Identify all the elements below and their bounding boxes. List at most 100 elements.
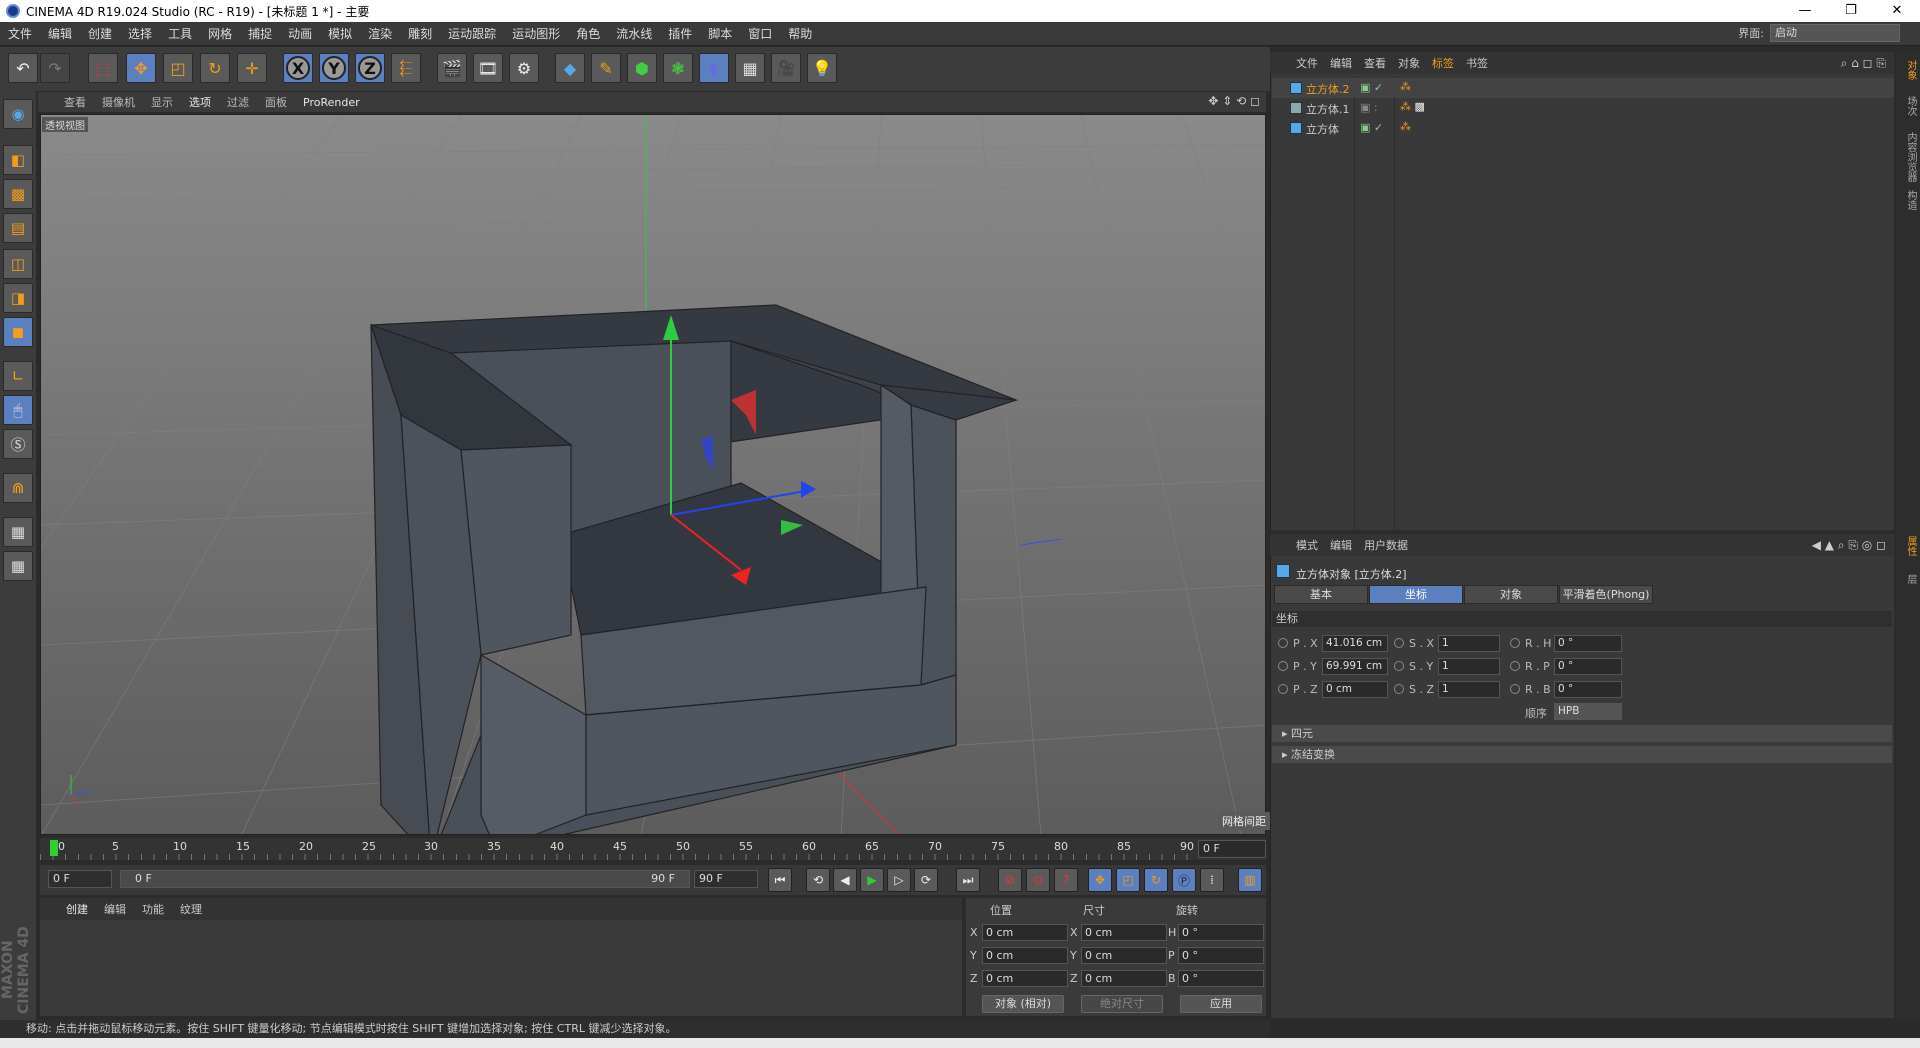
coord-pos-y[interactable]: 0 cm [982,947,1068,964]
vp-menu-display[interactable]: 显示 [143,94,181,110]
scale-tool-icon[interactable]: ◰ [163,53,193,83]
playhead[interactable] [50,840,58,856]
planar-workplane-icon[interactable]: ▦ [3,551,33,581]
param-pos-x[interactable]: 41.016 cm [1322,635,1388,652]
mat-menu-create[interactable]: 创建 [58,901,96,917]
object-row-cube-1[interactable]: 立方体.1 ▣ : ⁂ ▩ [1272,98,1894,118]
menu-help[interactable]: 帮助 [780,25,820,42]
timeline-window-icon[interactable]: ▥ [1238,868,1262,892]
side-tab-layers[interactable]: 层 [1898,570,1918,588]
param-scale-y[interactable]: 1 [1438,658,1500,675]
render-settings-icon[interactable]: ⚙ [509,53,539,83]
key-pla-icon[interactable]: ⁞ [1200,868,1224,892]
coord-size-mode-select[interactable]: 绝对尺寸 [1081,995,1163,1013]
viewport-3d[interactable] [40,114,1266,835]
object-row-cube[interactable]: 立方体 ▣ ✓ ⁂ [1272,118,1894,138]
obj-menu-file[interactable]: 文件 [1290,55,1324,71]
tab-coordinates[interactable]: 坐标 [1369,585,1463,604]
points-mode-icon[interactable]: ◫ [3,249,33,279]
menu-motion-tracking[interactable]: 运动跟踪 [440,25,504,42]
side-tab-takes[interactable]: 场次 [1898,92,1918,120]
object-row-cube-2[interactable]: 立方体.2 ▣ ✓ ⁂ [1272,78,1894,98]
param-radio[interactable] [1278,684,1288,694]
param-pos-y[interactable]: 69.991 cm [1322,658,1388,675]
menu-script[interactable]: 脚本 [700,25,740,42]
recent-tool-icon[interactable]: ✛ [237,53,267,83]
param-radio[interactable] [1510,684,1520,694]
layout-select[interactable]: 启动 [1770,24,1900,42]
menu-character[interactable]: 角色 [568,25,608,42]
edges-mode-icon[interactable]: ◨ [3,283,33,313]
side-tab-attributes[interactable]: 属性 [1898,532,1918,560]
mat-menu-texture[interactable]: 纹理 [172,901,210,917]
mat-menu-edit[interactable]: 编辑 [96,901,134,917]
go-to-start-icon[interactable]: ⏮ [768,868,792,892]
side-tab-objects[interactable]: 对象 [1898,56,1918,84]
param-radio[interactable] [1278,661,1288,671]
fold-quaternion[interactable]: ▸ 四元 [1272,725,1892,742]
param-radio[interactable] [1510,638,1520,648]
apply-button[interactable]: 应用 [1180,995,1262,1013]
vp-menu-panel[interactable]: 面板 [257,94,295,110]
vp-menu-filter[interactable]: 过滤 [219,94,257,110]
param-scale-x[interactable]: 1 [1438,635,1500,652]
param-scale-z[interactable]: 1 [1438,681,1500,698]
subdivision-surface-icon[interactable]: ⬢ [627,53,657,83]
param-rot-h[interactable]: 0 ° [1554,635,1622,652]
menu-tools[interactable]: 工具 [160,25,200,42]
floor-icon[interactable]: ▦ [735,53,765,83]
coord-pos-z[interactable]: 0 cm [982,970,1068,987]
param-radio[interactable] [1278,638,1288,648]
spline-pen-icon[interactable]: ✎ [591,53,621,83]
rotation-order-select[interactable]: HPB [1554,703,1622,720]
object-name[interactable]: 立方体.2 [1306,81,1350,97]
side-tab-content-browser[interactable]: 内容浏览器 [1898,128,1918,186]
obj-menu-view[interactable]: 查看 [1358,55,1392,71]
tag-icon[interactable]: ⁂ ▩ [1400,100,1425,113]
obj-manager-nav-icons[interactable]: ⌕ ⌂ ◻ ⎘ [1841,56,1886,71]
go-to-end-icon[interactable]: ⏭ [956,868,980,892]
param-rot-b[interactable]: 0 ° [1554,681,1622,698]
visibility-check-icon[interactable]: ▣ ✓ [1360,81,1383,94]
coord-size-y[interactable]: 0 cm [1081,947,1167,964]
side-tab-structure[interactable]: 构造 [1898,186,1918,214]
menu-select[interactable]: 选择 [120,25,160,42]
coord-rot-h[interactable]: 0 ° [1178,924,1264,941]
menu-plugins[interactable]: 插件 [660,25,700,42]
key-parameter-icon[interactable]: Ⓟ [1172,868,1196,892]
menu-snap[interactable]: 捕捉 [240,25,280,42]
key-scale-icon[interactable]: ◰ [1116,868,1140,892]
texture-mode-icon[interactable]: ▩ [3,179,33,209]
workplane-lock-icon[interactable]: ▦ [3,517,33,547]
frame-range-slider[interactable]: 0 F 90 F [120,870,690,888]
record-keys-icon[interactable]: ⊘ [998,868,1022,892]
close-button[interactable]: ✕ [1874,0,1920,22]
redo-icon[interactable]: ↷ [40,53,70,83]
minimize-button[interactable]: — [1782,0,1828,22]
param-radio[interactable] [1510,661,1520,671]
visibility-icon[interactable]: ▣ : [1360,101,1378,114]
workplane-mode-icon[interactable]: ▤ [3,213,33,243]
tag-icon[interactable]: ⁂ [1400,80,1411,93]
cube-primitive-icon[interactable]: ◆ [555,53,585,83]
vp-menu-view[interactable]: 查看 [56,94,94,110]
menu-mesh[interactable]: 网格 [200,25,240,42]
key-position-icon[interactable]: ✥ [1088,868,1112,892]
tab-basic[interactable]: 基本 [1274,585,1368,604]
param-radio[interactable] [1394,638,1404,648]
menu-create[interactable]: 创建 [80,25,120,42]
mat-menu-function[interactable]: 功能 [134,901,172,917]
render-picture-viewer-icon[interactable]: 🎞 [473,53,503,83]
menu-animate[interactable]: 动画 [280,25,320,42]
tag-icon[interactable]: ⁂ [1400,120,1411,133]
axis-mode-icon[interactable]: ∟ [3,361,33,391]
solo-icon[interactable]: Ⓢ [3,429,33,459]
tab-object[interactable]: 对象 [1464,585,1558,604]
param-radio[interactable] [1394,661,1404,671]
attr-menu-edit[interactable]: 编辑 [1324,537,1358,553]
attr-menu-mode[interactable]: 模式 [1290,537,1324,553]
light-icon[interactable]: 💡 [807,53,837,83]
menu-file[interactable]: 文件 [0,25,40,42]
obj-menu-objects[interactable]: 对象 [1392,55,1426,71]
autokey-icon[interactable]: ⊙ [1026,868,1050,892]
